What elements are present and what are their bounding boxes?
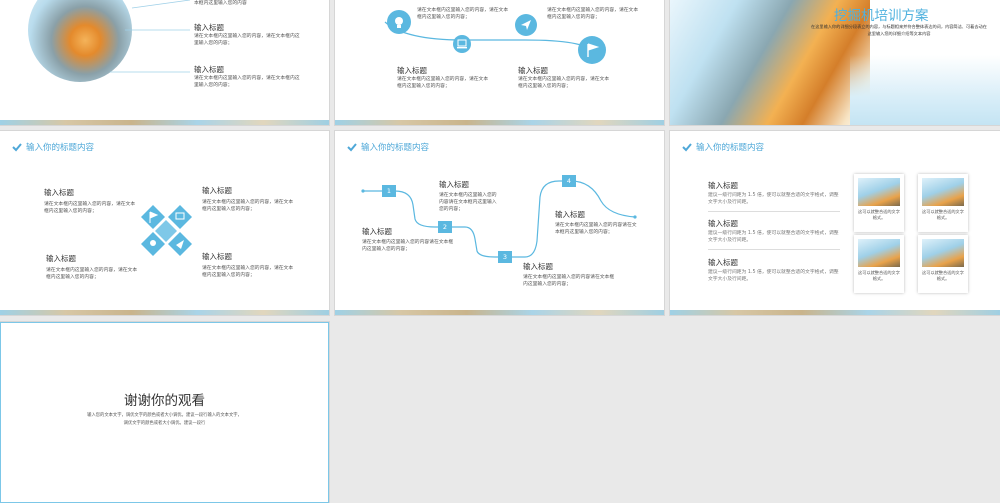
slide-thumbnail-5[interactable]: 输入你的标题内容 1 2 3 4 输入标题 请在文本框内这里输入您的内容请在文本… (335, 131, 664, 315)
thanks-text-line-2: 调优文字的颜色或者大小调优。建议一段行 (123, 421, 206, 426)
cover-subtitle: 在这里输入你的详细分段表立的内容，与标题相来并符合整体表达的词，内容简洁、可着去… (811, 24, 987, 36)
step-node-2: 2 (438, 221, 452, 233)
item-text: 请在文本框内这里输入您的内容，请在文本框内这里输入您的内容； (202, 200, 294, 212)
card-caption: 这可以就整合适的文字格式。 (922, 209, 964, 220)
footer-strip (670, 310, 1000, 315)
item-text: 请在文本框内这里输入您的内容请在文本框内这里输入您的内容； (523, 275, 615, 287)
item-title: 输入标题 (397, 66, 427, 75)
item-title: 输入标题 (518, 66, 548, 75)
item-title: 输入标题 (708, 258, 738, 267)
item-text: 请在文本框内这里输入您的内容请在文本框内这里输入您的内容； (439, 193, 497, 212)
item-text: 请在文本框内这里输入您的内容，请在文本框内这里输入您的内容； (46, 268, 138, 280)
item-text: 建议一级行间距为 1.5 倍，使可以就整合适的文字格式，调整文字大小及行间距。 (708, 193, 839, 205)
item-text: 建议一级行间距为 1.5 倍，使可以就整合适的文字格式，调整文字大小及行间距。 (708, 270, 839, 282)
send-icon (515, 14, 537, 36)
item-title: 输入标题 (439, 180, 469, 189)
slide-thumbnail-1[interactable]: 本框内这里输入您的内容 输入标题 请在文本框内这里输入您的内容，请在文本框内这里… (0, 0, 329, 125)
cover-title: 挖掘机培训方案 (834, 8, 929, 24)
card-caption: 这可以就整合适的文字格式。 (922, 270, 964, 281)
item-text: 请在文本框内这里输入您的内容，请在文本框内这里输入您的内容； (547, 8, 639, 20)
item-text: 请在文本框内这里输入您的内容，请在文本框内这里输入您的内容； (397, 77, 489, 89)
footer-strip (335, 120, 664, 125)
photo-card: 这可以就整合适的文字格式。 (918, 174, 968, 232)
item-text: 请在文本框内这里输入您的内容，请在文本框内这里输入您的内容； (518, 77, 610, 89)
thanks-title: 谢谢你的观看 (124, 393, 205, 409)
photo-card: 这可以就整合适的文字格式。 (854, 235, 904, 293)
item-text: 请在文本框内这里输入您的内容，请在文本框内这里输入您的内容； (417, 8, 509, 20)
item-title: 输入标题 (194, 65, 224, 74)
slide-thumbnail-7[interactable]: 谢谢你的观看 输入您的文本文字，调优文字的颜色或者大小调优。建议一段行输入的文本… (0, 322, 329, 503)
item-title: 输入标题 (555, 210, 585, 219)
check-icon (682, 143, 692, 152)
item-title: 输入标题 (362, 227, 392, 236)
item-text: 本框内这里输入您的内容 (194, 1, 247, 6)
slide-thumbnail-4[interactable]: 输入你的标题内容 输入标题 请在文本框内这里输入您的内容，请在文本框内这里输入您… (0, 131, 329, 315)
slide-thumbnail-2[interactable]: 请在文本框内这里输入您的内容，请在文本框内这里输入您的内容； 请在文本框内这里输… (335, 0, 664, 125)
item-title: 输入标题 (44, 188, 74, 197)
excavator-thumbnail (922, 178, 964, 206)
slide-thumbnail-6[interactable]: 输入你的标题内容 输入标题 建议一级行间距为 1.5 倍，使可以就整合适的文字格… (670, 131, 1000, 315)
connector-lines (110, 0, 191, 73)
item-text: 建议一级行间距为 1.5 倍，使可以就整合适的文字格式，调整文字大小及行间距。 (708, 231, 839, 243)
item-text: 请在文本框内这里输入您的内容，请在文本框内这里输入您的内容； (194, 34, 300, 46)
excavator-thumbnail (922, 239, 964, 267)
item-title: 输入标题 (708, 181, 738, 190)
step-node-3: 3 (498, 251, 512, 263)
photo-card: 这可以就整合适的文字格式。 (918, 235, 968, 293)
city-skyline (850, 55, 1000, 125)
item-text: 请在文本框内这里输入您的内容请在文本框内这里输入您的内容； (555, 223, 637, 235)
card-caption: 这可以就整合适的文字格式。 (858, 209, 900, 220)
footer-strip (0, 120, 329, 125)
item-text: 请在文本框内这里输入您的内容，请在文本框内这里输入您的内容； (44, 202, 136, 214)
footer-strip (0, 310, 329, 315)
slide-header: 输入你的标题内容 (682, 141, 764, 153)
excavator-thumbnail (858, 239, 900, 267)
item-title: 输入标题 (523, 262, 553, 271)
flag-icon (578, 36, 606, 64)
divider (708, 211, 840, 212)
photo-card: 这可以就整合适的文字格式。 (854, 174, 904, 232)
header-text: 输入你的标题内容 (696, 143, 765, 153)
step-node-4: 4 (562, 175, 576, 187)
diamond-icon-cluster (141, 205, 192, 256)
item-text: 请在文本框内这里输入您的内容，请在文本框内这里输入您的内容； (194, 76, 300, 88)
laptop-icon (453, 35, 471, 53)
item-title: 输入标题 (202, 186, 232, 195)
excavator-thumbnail (858, 178, 900, 206)
card-caption: 这可以就整合适的文字格式。 (858, 270, 900, 281)
lightbulb-icon (387, 10, 411, 34)
slide-thumbnail-3[interactable]: 挖掘机培训方案 在这里输入你的详细分段表立的内容，与标题相来并符合整体表达的词，… (670, 0, 1000, 125)
item-title: 输入标题 (194, 23, 224, 32)
item-title: 输入标题 (202, 252, 232, 261)
divider (708, 249, 840, 250)
item-text: 请在文本框内这里输入您的内容请在文本框内这里输入您的内容； (362, 240, 454, 252)
footer-strip (335, 310, 664, 315)
item-title: 输入标题 (708, 219, 738, 228)
thanks-text-line-1: 输入您的文本文字，调优文字的颜色或者大小调优。建议一段行输入的文本文字， (87, 413, 242, 418)
item-text: 请在文本框内这里输入您的内容，请在文本框内这里输入您的内容； (202, 266, 294, 278)
item-title: 输入标题 (46, 254, 76, 263)
step-node-1: 1 (382, 185, 396, 197)
